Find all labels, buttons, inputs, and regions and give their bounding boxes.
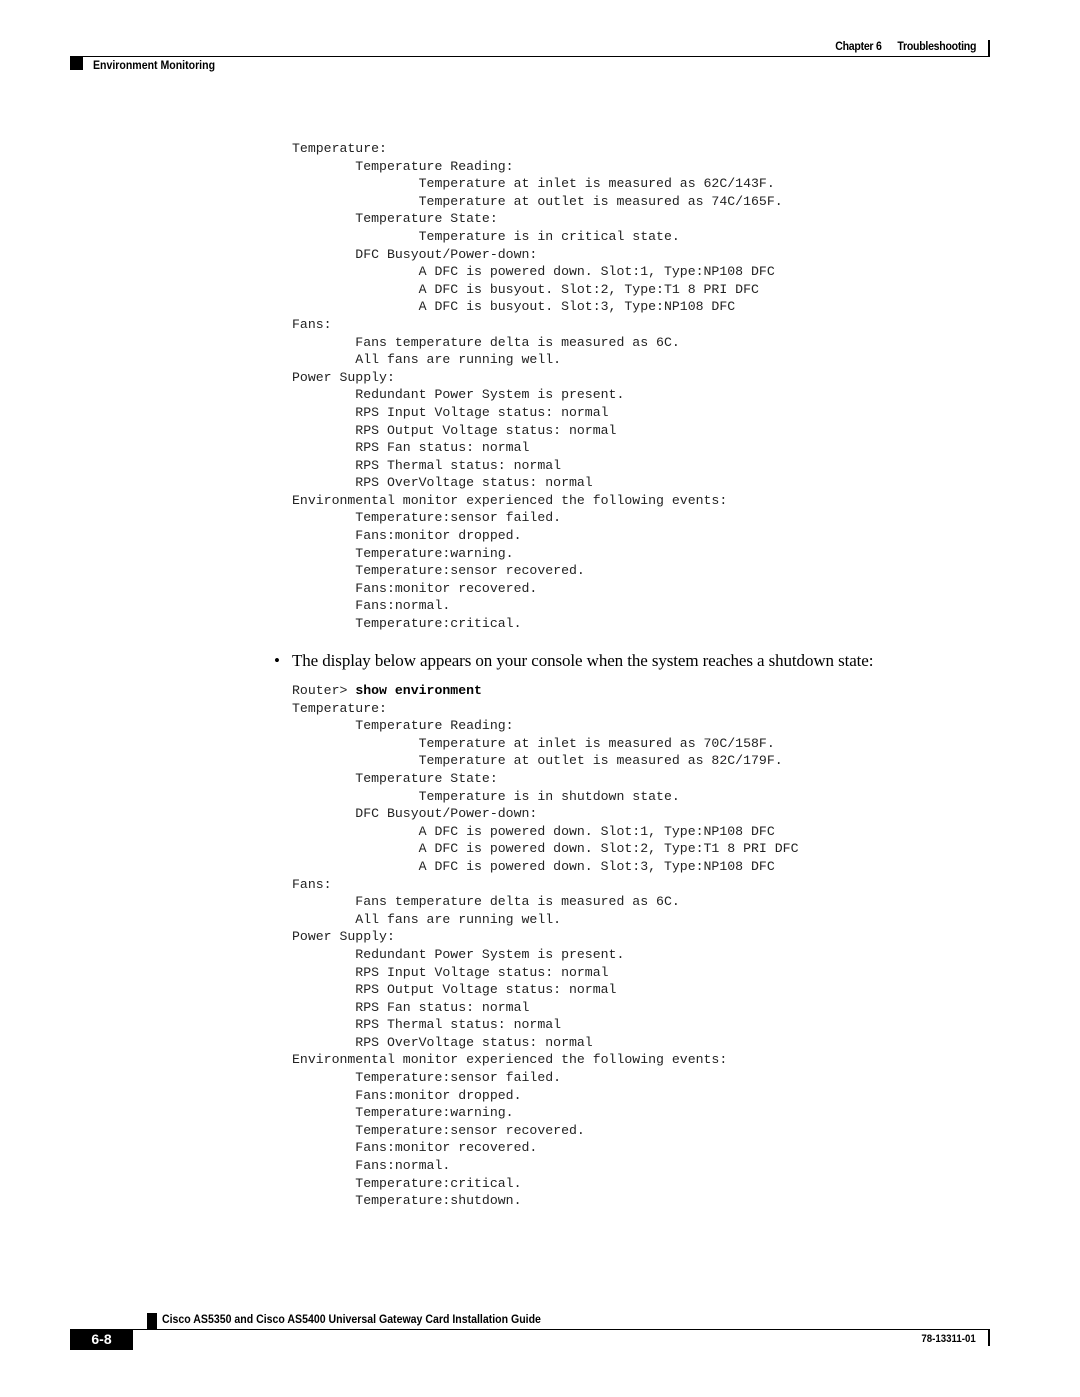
code-block-shutdown-state: Router> show environment Temperature: Te…	[292, 682, 798, 1210]
header-square-marker	[70, 57, 83, 70]
code-line: Fans:monitor recovered.	[355, 580, 538, 596]
code-line: A DFC is powered down. Slot:1, Type:NP10…	[418, 264, 775, 280]
command-prompt: Router>	[292, 683, 356, 698]
code-line: Temperature:	[292, 700, 387, 716]
footer-bar	[988, 1330, 990, 1346]
page-number: 6-8	[70, 1329, 133, 1350]
code-line: Environmental monitor experienced the fo…	[292, 1052, 728, 1068]
code-line: Fans:	[292, 876, 332, 892]
section-title: Environment Monitoring	[93, 58, 216, 72]
code-line: Power Supply:	[292, 929, 395, 945]
code-block-critical-state: Temperature: Temperature Reading: Temper…	[292, 140, 783, 633]
code-line: A DFC is busyout. Slot:3, Type:NP108 DFC	[418, 299, 736, 315]
header-rule	[70, 56, 990, 57]
code-line: Temperature Reading:	[355, 158, 514, 174]
command-output: Temperature: Temperature Reading: Temper…	[292, 701, 798, 1209]
code-line: Temperature:sensor recovered.	[355, 563, 585, 579]
code-line: Temperature:sensor failed.	[355, 510, 562, 526]
code-line: Temperature at outlet is measured as 82C…	[418, 753, 783, 769]
code-line: Redundant Power System is present.	[355, 387, 625, 403]
header-bar	[988, 40, 990, 57]
code-line: RPS Input Voltage status: normal	[355, 404, 609, 420]
code-line: Environmental monitor experienced the fo…	[292, 492, 728, 508]
code-line: Temperature at inlet is measured as 62C/…	[418, 176, 775, 192]
code-line: Temperature:sensor recovered.	[355, 1122, 585, 1138]
code-line: A DFC is powered down. Slot:3, Type:NP10…	[418, 858, 775, 874]
footer-square-marker	[147, 1313, 157, 1329]
code-line: Temperature:warning.	[355, 1105, 514, 1121]
code-line: All fans are running well.	[355, 911, 562, 927]
footer-rule	[70, 1329, 990, 1330]
code-line: RPS Output Voltage status: normal	[355, 982, 617, 998]
code-line: DFC Busyout/Power-down:	[355, 806, 538, 822]
running-header-chapter: Chapter 6 Troubleshooting	[835, 39, 976, 53]
code-line: RPS Fan status: normal	[355, 999, 530, 1015]
code-line: Fans:normal.	[355, 598, 451, 614]
code-line: Fans temperature delta is measured as 6C…	[355, 894, 680, 910]
code-line: Redundant Power System is present.	[355, 946, 625, 962]
code-line: Temperature State:	[355, 770, 498, 786]
bullet-icon: •	[274, 651, 280, 670]
code-line: RPS Input Voltage status: normal	[355, 964, 609, 980]
code-line: Fans temperature delta is measured as 6C…	[355, 334, 680, 350]
command-text: show environment	[355, 683, 482, 698]
code-line: RPS OverVoltage status: normal	[355, 475, 593, 491]
code-line: RPS Output Voltage status: normal	[355, 422, 617, 438]
code-line: Temperature:shutdown.	[292, 1193, 522, 1209]
code-line: All fans are running well.	[355, 352, 562, 368]
code-line: Fans:monitor recovered.	[355, 1140, 538, 1156]
code-line: Temperature:	[292, 141, 387, 156]
chapter-number: Chapter 6	[835, 39, 882, 53]
code-line: Temperature Reading:	[355, 718, 514, 734]
code-line: A DFC is busyout. Slot:2, Type:T1 8 PRI …	[418, 281, 759, 297]
code-line: Temperature is in critical state.	[418, 228, 680, 244]
code-line: A DFC is powered down. Slot:2, Type:T1 8…	[418, 841, 799, 857]
code-line: Temperature:warning.	[355, 545, 514, 561]
code-line: Fans:monitor dropped.	[355, 528, 522, 544]
code-line: Temperature at inlet is measured as 70C/…	[418, 735, 775, 751]
code-line: Temperature:critical.	[292, 616, 522, 632]
code-line: Temperature:sensor failed.	[355, 1070, 562, 1086]
bullet-text: The display below appears on your consol…	[292, 651, 874, 670]
book-title: Cisco AS5350 and Cisco AS5400 Universal …	[162, 1312, 541, 1326]
code-line: A DFC is powered down. Slot:1, Type:NP10…	[418, 823, 775, 839]
code-line: Fans:monitor dropped.	[355, 1087, 522, 1103]
code-line: RPS Thermal status: normal	[355, 1017, 562, 1033]
code-line: Power Supply:	[292, 369, 395, 385]
code-line: Temperature at outlet is measured as 74C…	[418, 193, 783, 209]
code-line: DFC Busyout/Power-down:	[355, 246, 538, 262]
code-line: Temperature is in shutdown state.	[418, 788, 680, 804]
code-line: Temperature:critical.	[355, 1175, 522, 1191]
code-line: RPS Fan status: normal	[355, 440, 530, 456]
document-number: 78-13311-01	[921, 1333, 976, 1345]
code-line: Fans:normal.	[355, 1158, 451, 1174]
code-line: RPS OverVoltage status: normal	[355, 1034, 593, 1050]
code-line: Temperature State:	[355, 211, 498, 227]
chapter-title: Troubleshooting	[897, 39, 976, 53]
code-line: Fans:	[292, 316, 332, 332]
code-line: RPS Thermal status: normal	[355, 457, 562, 473]
